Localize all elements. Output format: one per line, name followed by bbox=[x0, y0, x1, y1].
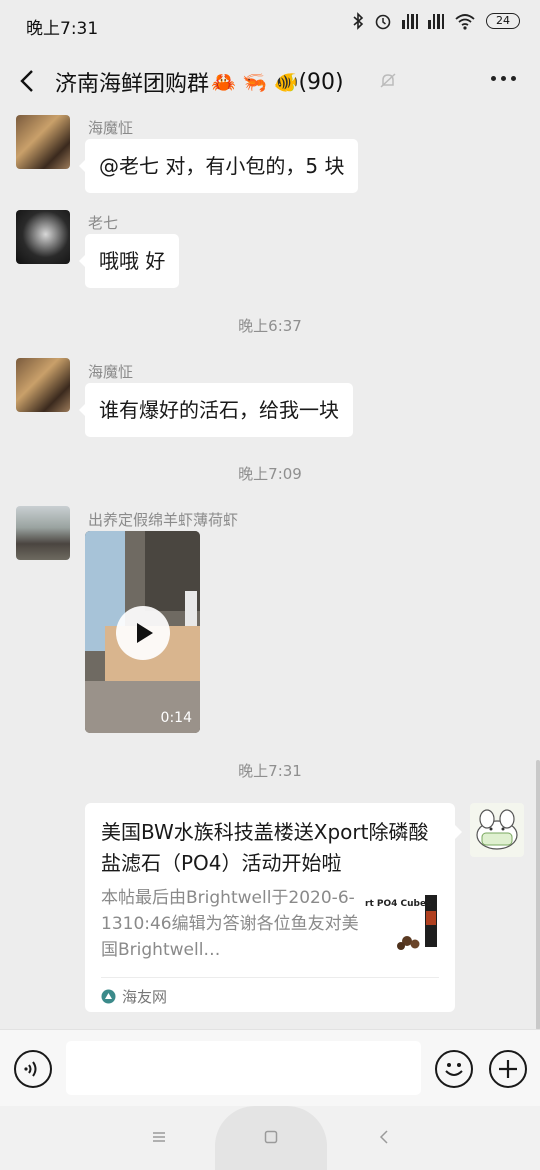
my-avatar[interactable] bbox=[470, 803, 524, 857]
menu-icon[interactable] bbox=[152, 1131, 166, 1143]
emoji-icon[interactable] bbox=[435, 1050, 473, 1088]
alarm-icon bbox=[375, 14, 391, 30]
divider bbox=[101, 977, 439, 978]
avatar-illustration bbox=[476, 809, 518, 850]
input-bar bbox=[0, 1029, 540, 1106]
signal-icon-2 bbox=[428, 13, 444, 29]
message-input[interactable] bbox=[66, 1041, 421, 1095]
voice-icon[interactable] bbox=[14, 1050, 52, 1088]
bluetooth-icon bbox=[353, 12, 364, 30]
status-bar: 晚上7:31 24 bbox=[0, 0, 540, 50]
scrollbar[interactable] bbox=[536, 760, 540, 1030]
avatar[interactable] bbox=[16, 506, 70, 560]
wifi-icon bbox=[455, 14, 475, 30]
card-source: 海友网 bbox=[101, 986, 167, 1007]
video-message[interactable]: 0:14 bbox=[85, 531, 200, 733]
source-name: 海友网 bbox=[122, 988, 168, 1006]
battery-icon: 24 bbox=[486, 13, 520, 29]
card-title: 美国BW水族科技盖楼送Xport除磷酸盐滤石（PO4）活动开始啦 bbox=[101, 820, 429, 875]
avatar[interactable] bbox=[16, 358, 70, 412]
card-thumbnail: rt PO4 Cubes bbox=[365, 891, 441, 955]
message-bubble[interactable]: @老七 对，有小包的，5 块 bbox=[78, 139, 359, 193]
card-description: 本帖最后由Brightwell于2020-6-1310:46编辑为答谢各位鱼友对… bbox=[101, 888, 359, 960]
sender-name: 老七 bbox=[88, 214, 119, 232]
home-icon[interactable] bbox=[264, 1130, 278, 1144]
sender-name: 海魔怔 bbox=[88, 119, 134, 137]
mute-bell-icon bbox=[380, 73, 396, 88]
group-name: 济南海鲜团购群 bbox=[55, 72, 210, 97]
source-logo-icon bbox=[101, 989, 116, 1004]
avatar[interactable] bbox=[16, 210, 70, 264]
sender-name: 出养定假绵羊虾薄荷虾 bbox=[88, 511, 239, 529]
status-icons: 24 bbox=[352, 12, 520, 30]
video-duration: 0:14 bbox=[160, 710, 192, 726]
title-emoji: 🦀 🦐 🐠 bbox=[211, 70, 299, 94]
message-bubble[interactable]: 哦哦 好 bbox=[78, 234, 180, 288]
timestamp: 晚上7:09 bbox=[238, 465, 302, 483]
link-card[interactable]: 美国BW水族科技盖楼送Xport除磷酸盐滤石（PO4）活动开始啦 本帖最后由Br… bbox=[85, 803, 462, 1012]
system-nav-bar bbox=[0, 1106, 540, 1170]
sender-name: 海魔怔 bbox=[88, 363, 134, 381]
nav-back-icon[interactable] bbox=[378, 1130, 390, 1144]
status-time: 晚上7:31 bbox=[26, 19, 99, 39]
message-bubble[interactable]: 谁有爆好的活石，给我一块 bbox=[79, 383, 353, 437]
timestamp: 晚上7:31 bbox=[238, 762, 302, 780]
member-count: (90) bbox=[298, 69, 344, 95]
play-icon[interactable] bbox=[116, 606, 170, 660]
back-icon[interactable] bbox=[14, 64, 44, 98]
thumb-label: rt PO4 Cubes bbox=[365, 899, 432, 909]
timestamp: 晚上6:37 bbox=[238, 317, 302, 335]
avatar[interactable] bbox=[16, 115, 70, 169]
more-icon[interactable] bbox=[491, 76, 516, 81]
plus-icon[interactable] bbox=[489, 1050, 527, 1088]
chat-header: 济南海鲜团购群 🦀 🦐 🐠 (90) bbox=[0, 50, 540, 112]
signal-icon bbox=[402, 13, 418, 29]
chat-title: 济南海鲜团购群 🦀 🦐 🐠 (90) bbox=[55, 66, 344, 98]
